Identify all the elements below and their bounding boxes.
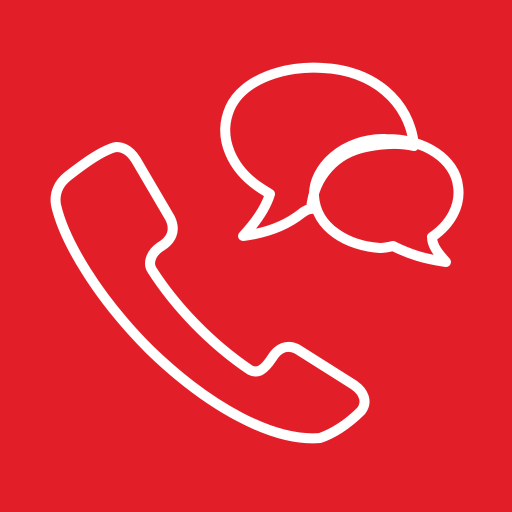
app-icon-tile[interactable]	[0, 0, 512, 512]
speech-bubble-front-icon	[309, 133, 464, 267]
app-icon-graphic	[50, 62, 464, 444]
